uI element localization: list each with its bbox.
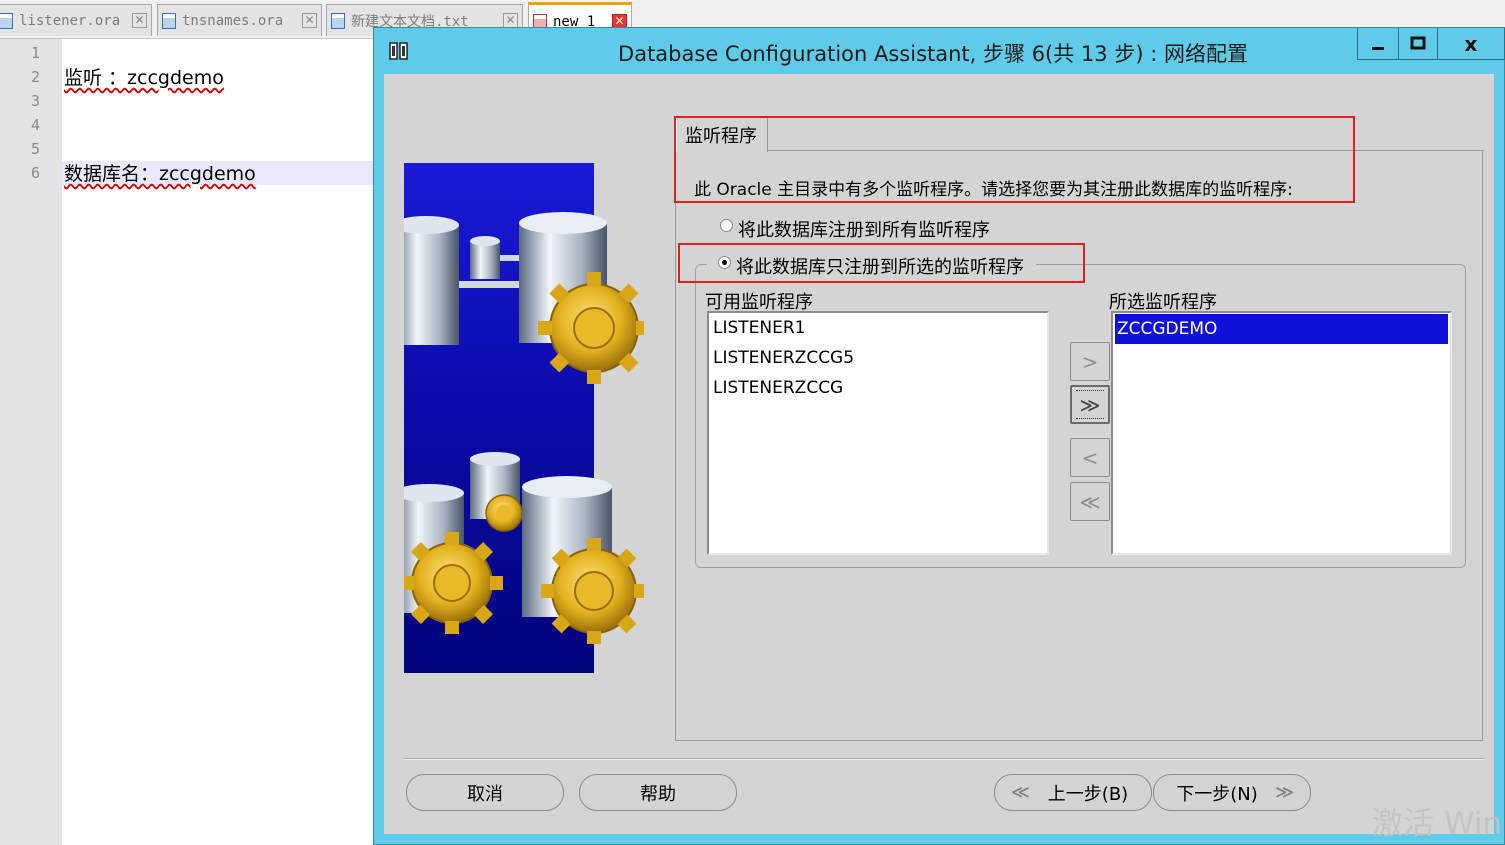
tab-listener-ora[interactable]: listener.ora ✕ xyxy=(0,4,152,36)
line-number: 4 xyxy=(30,116,40,134)
next-label: 下一步(N) xyxy=(1176,783,1258,805)
help-label: 帮助 xyxy=(640,783,676,805)
line-number: 2 xyxy=(30,68,40,86)
chevron-right-icon: > xyxy=(1081,349,1099,374)
back-button[interactable]: ≪ 上一步(B) xyxy=(994,774,1152,811)
cancel-button[interactable]: 取消 xyxy=(406,774,564,811)
line-number: 3 xyxy=(30,92,40,110)
maximize-button[interactable] xyxy=(1398,28,1438,60)
tab-panel-border xyxy=(768,150,1484,151)
available-listeners-list[interactable]: LISTENER1 LISTENERZCCG5 LISTENERZCCG xyxy=(707,311,1049,555)
tab-label: listener.ora xyxy=(19,12,121,29)
close-icon[interactable]: ✕ xyxy=(132,13,147,28)
close-icon[interactable]: ✕ xyxy=(302,13,317,28)
listener-description: 此 Oracle 主目录中有多个监听程序。请选择您要为其注册此数据库的监听程序: xyxy=(694,180,1293,200)
editor-text-area[interactable]: 监听 ：zccgdemo 数据库名：zccgdemo xyxy=(62,39,374,845)
file-icon xyxy=(331,12,345,29)
tab-tnsnames-ora[interactable]: tnsnames.ora ✕ xyxy=(157,4,322,36)
close-icon[interactable]: ✕ xyxy=(503,13,518,28)
list-item[interactable]: LISTENER1 xyxy=(713,318,806,338)
activate-windows-watermark: 激活 Win xyxy=(1372,806,1503,842)
list-item[interactable]: LISTENERZCCG5 xyxy=(713,348,854,368)
chevron-left-icon: < xyxy=(1081,445,1099,470)
tab-label: tnsnames.ora xyxy=(182,12,284,29)
back-label: 上一步(B) xyxy=(1047,783,1129,805)
radio-register-all-listeners[interactable] xyxy=(720,219,733,232)
line-number: 6 xyxy=(30,164,40,182)
line-number: 1 xyxy=(30,44,40,62)
selected-listeners-list[interactable]: ZCCGDEMO xyxy=(1111,311,1452,555)
window-title: Database Configuration Assistant, 步骤 6(共… xyxy=(618,42,1248,66)
line-number-gutter: 1 2 3 4 5 6 xyxy=(0,39,62,845)
minimize-icon xyxy=(1372,46,1384,50)
double-chevron-right-icon: ≫ xyxy=(1079,392,1101,417)
chevron-left-icon: ≪ xyxy=(1011,782,1030,803)
list-item-selected[interactable]: ZCCGDEMO xyxy=(1115,314,1448,344)
radio-register-selected-label[interactable]: 将此数据库只注册到所选的监听程序 xyxy=(736,253,1024,279)
footer-divider-highlight xyxy=(404,759,1484,760)
remove-selected-button[interactable]: < xyxy=(1070,438,1110,477)
add-all-button[interactable]: ≫ xyxy=(1070,385,1110,424)
editor-line-6: 数据库名：zccgdemo xyxy=(64,163,256,185)
help-button[interactable]: 帮助 xyxy=(579,774,737,811)
close-button[interactable]: x xyxy=(1437,28,1505,60)
file-icon xyxy=(162,12,176,29)
chevron-right-icon: ≫ xyxy=(1275,782,1294,803)
dbca-window: Database Configuration Assistant, 步骤 6(共… xyxy=(373,27,1505,845)
next-button[interactable]: 下一步(N) ≫ xyxy=(1153,774,1311,811)
remove-all-button[interactable]: ≪ xyxy=(1070,482,1110,521)
add-selected-button[interactable]: > xyxy=(1070,342,1110,381)
cancel-label: 取消 xyxy=(467,783,503,805)
dialog-client-area: 监听程序 此 Oracle 主目录中有多个监听程序。请选择您要为其注册此数据库的… xyxy=(384,74,1494,834)
radio-register-selected-listeners[interactable] xyxy=(718,256,731,269)
line-number: 5 xyxy=(30,140,40,158)
tab-listener-label: 监听程序 xyxy=(685,126,757,147)
close-icon: x xyxy=(1464,31,1478,56)
minimize-button[interactable] xyxy=(1357,28,1399,60)
radio-register-all-label[interactable]: 将此数据库注册到所有监听程序 xyxy=(738,216,990,242)
list-item[interactable]: LISTENERZCCG xyxy=(713,378,843,398)
title-bar[interactable]: Database Configuration Assistant, 步骤 6(共… xyxy=(374,28,1505,74)
database-artwork-image xyxy=(404,163,644,673)
double-chevron-left-icon: ≪ xyxy=(1079,489,1101,514)
editor-line-2: 监听 ：zccgdemo xyxy=(64,67,224,89)
file-icon xyxy=(0,12,13,29)
maximize-icon xyxy=(1410,36,1426,49)
